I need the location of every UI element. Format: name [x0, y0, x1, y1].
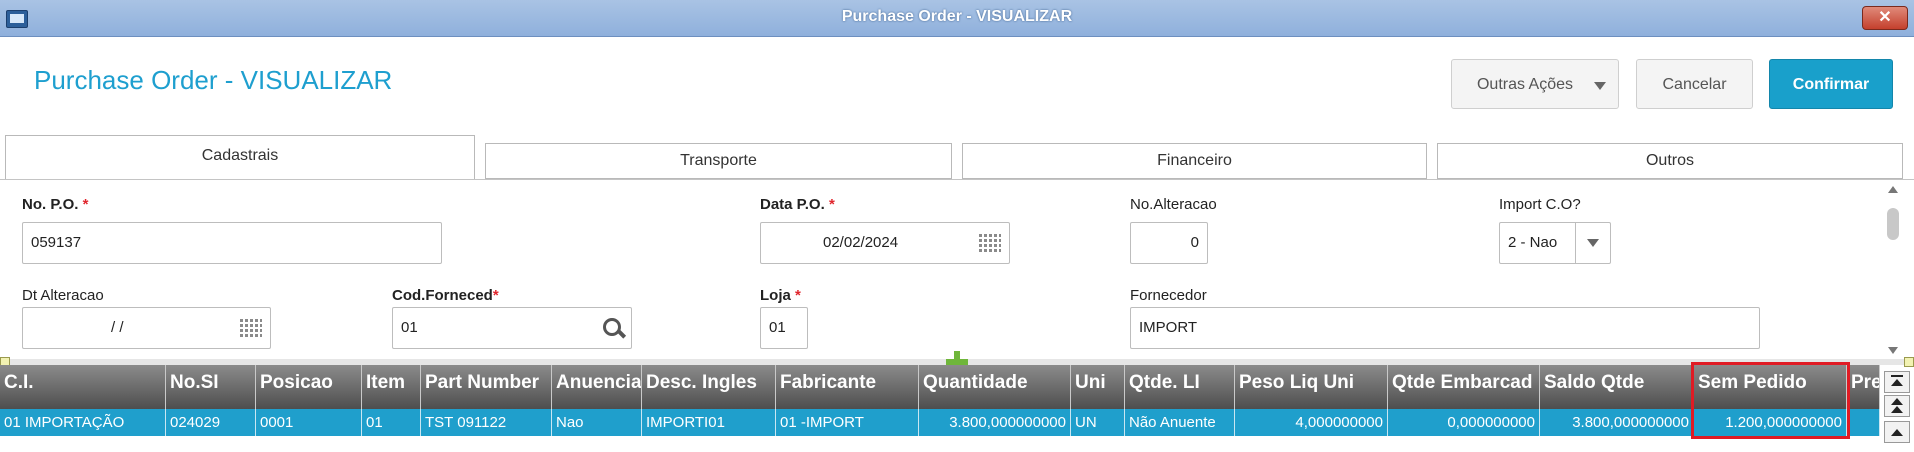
grid-cell-fabricante[interactable]: 01 -IMPORT	[776, 409, 919, 436]
grid-cell-ci[interactable]: 01 IMPORTAÇÃO	[0, 409, 166, 436]
grid-header-saldo-qtde[interactable]: Saldo Qtde	[1540, 365, 1694, 409]
grid-cell-uni[interactable]: UN	[1071, 409, 1125, 436]
grid-cell-quantidade[interactable]: 3.800,000000000	[919, 409, 1071, 436]
grid-cell-qtde-embarcad[interactable]: 0,000000000	[1388, 409, 1540, 436]
tab-cadastrais[interactable]: Cadastrais	[5, 135, 475, 179]
chevron-down-icon[interactable]	[1575, 223, 1610, 263]
page-up-button[interactable]	[1884, 395, 1910, 417]
grid-header-item[interactable]: Item	[362, 365, 421, 409]
no-alteracao-field[interactable]: 0	[1130, 222, 1208, 264]
tab-financeiro[interactable]: Financeiro	[962, 143, 1427, 179]
grid-cell-anuencia[interactable]: Nao	[552, 409, 642, 436]
fornecedor-field[interactable]: IMPORT	[1130, 307, 1760, 349]
grid-header-desc-ingles[interactable]: Desc. Ingles	[642, 365, 776, 409]
first-record-button[interactable]	[1884, 371, 1910, 393]
grid-header-nosi[interactable]: No.SI	[166, 365, 256, 409]
grid-header-part-number[interactable]: Part Number	[421, 365, 552, 409]
cod-forneced-field[interactable]: 01	[392, 307, 632, 349]
grid-cell-qtde-li[interactable]: Não Anuente	[1125, 409, 1235, 436]
form-scrollbar[interactable]	[1886, 186, 1900, 354]
no-po-field[interactable]: 059137	[22, 222, 442, 264]
loja-label: Loja *	[760, 287, 801, 304]
dt-alteracao-label: Dt Alteracao	[22, 287, 104, 304]
grid-cell-peso-liq-uni[interactable]: 4,000000000	[1235, 409, 1388, 436]
grid-header-quantidade[interactable]: Quantidade	[919, 365, 1071, 409]
chevron-down-icon	[1594, 82, 1606, 90]
items-grid: C.I. No.SI Posicao Item Part Number Anue…	[0, 365, 1880, 452]
grid-cell-saldo-qtde[interactable]: 3.800,000000000	[1540, 409, 1694, 436]
confirm-button[interactable]: Confirmar	[1769, 59, 1893, 109]
loja-field[interactable]: 01	[760, 307, 808, 349]
grid-cell-posicao[interactable]: 0001	[256, 409, 362, 436]
calendar-icon[interactable]	[240, 319, 262, 337]
tab-outros[interactable]: Outros	[1437, 143, 1903, 179]
grid-navigation	[1884, 371, 1910, 447]
grid-cell-item[interactable]: 01	[362, 409, 421, 436]
previous-record-button[interactable]	[1884, 421, 1910, 443]
search-icon[interactable]	[603, 318, 621, 336]
folder-tabs: Cadastrais Transporte Financeiro Outros	[0, 133, 1914, 180]
import-co-select[interactable]: 2 - Nao	[1499, 222, 1611, 264]
grid-header-fabricante[interactable]: Fabricante	[776, 365, 919, 409]
dt-alteracao-value: / /	[111, 319, 124, 336]
outras-acoes-button[interactable]: Outras Ações	[1451, 59, 1619, 109]
splitter-handle-right[interactable]	[1904, 357, 1914, 367]
window-titlebar: Purchase Order - VISUALIZAR ✕	[0, 0, 1914, 37]
import-co-value: 2 - Nao	[1508, 234, 1558, 251]
cod-forneced-label: Cod.Forneced*	[392, 287, 499, 304]
grid-header-qtde-li[interactable]: Qtde. LI	[1125, 365, 1235, 409]
tab-transporte[interactable]: Transporte	[485, 143, 952, 179]
grid-header-posicao[interactable]: Posicao	[256, 365, 362, 409]
grid-header-ci[interactable]: C.I.	[0, 365, 166, 409]
no-alteracao-label: No.Alteracao	[1130, 196, 1217, 213]
data-po-label: Data P.O. *	[760, 196, 835, 213]
scrollbar-thumb[interactable]	[1887, 208, 1899, 240]
cod-forneced-value: 01	[401, 319, 418, 336]
grid-cell-part-number[interactable]: TST 091122	[421, 409, 552, 436]
outras-acoes-label: Outras Ações	[1476, 76, 1574, 93]
cadastrais-form: No. P.O. * 059137 Data P.O. * 02/02/2024…	[0, 180, 1900, 356]
data-po-field[interactable]: 02/02/2024	[760, 222, 1010, 264]
window-close-button[interactable]: ✕	[1862, 6, 1908, 30]
grid-header-peso-liq-uni[interactable]: Peso Liq Uni	[1235, 365, 1388, 409]
grid-cell-nosi[interactable]: 024029	[166, 409, 256, 436]
grid-header-pre[interactable]: Pre	[1847, 365, 1880, 409]
import-co-label: Import C.O?	[1499, 196, 1581, 213]
calendar-icon[interactable]	[979, 234, 1001, 252]
page-header: Purchase Order - VISUALIZAR Outras Ações…	[0, 37, 1914, 133]
grid-header-qtde-embarcad[interactable]: Qtde Embarcad	[1388, 365, 1540, 409]
scroll-up-icon[interactable]	[1888, 186, 1898, 193]
fornecedor-label: Fornecedor	[1130, 287, 1207, 304]
window-title: Purchase Order - VISUALIZAR	[841, 8, 1073, 25]
sem-pedido-highlight	[1691, 362, 1850, 439]
scroll-down-icon[interactable]	[1888, 347, 1898, 354]
grid-header-uni[interactable]: Uni	[1071, 365, 1125, 409]
grid-cell-pre[interactable]	[1847, 409, 1880, 436]
dt-alteracao-field[interactable]: / /	[22, 307, 271, 349]
no-po-label: No. P.O. *	[22, 196, 89, 213]
grid-header-anuencia[interactable]: Anuencia	[552, 365, 642, 409]
data-po-value: 02/02/2024	[823, 234, 899, 251]
cancel-button[interactable]: Cancelar	[1636, 59, 1753, 109]
grid-cell-desc-ingles[interactable]: IMPORTI01	[642, 409, 776, 436]
page-title: Purchase Order - VISUALIZAR	[34, 65, 393, 95]
